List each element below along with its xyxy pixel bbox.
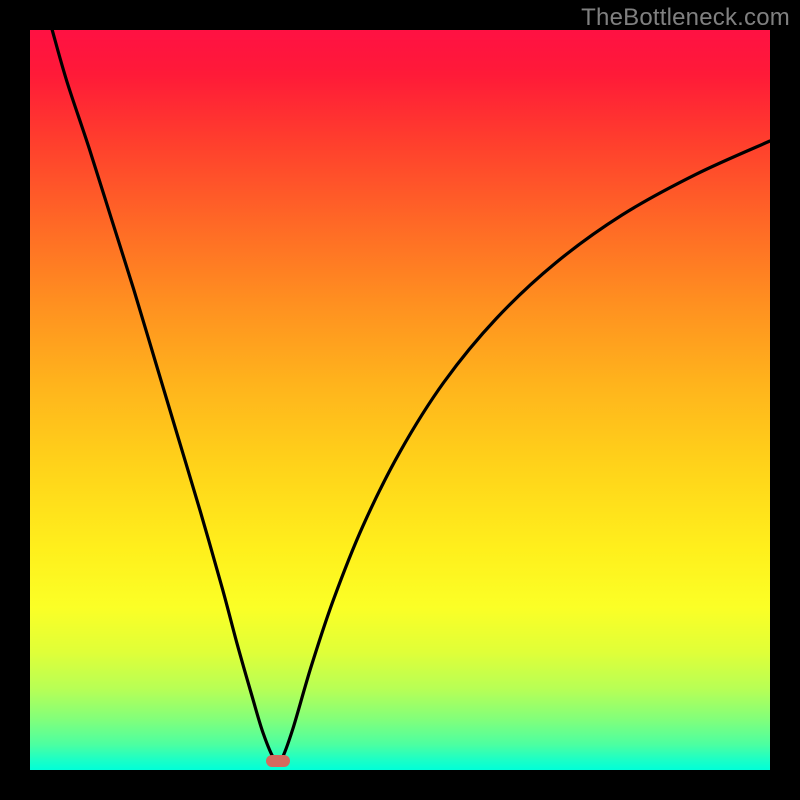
plot-area [30, 30, 770, 770]
curve-layer [30, 30, 770, 770]
minimum-marker [266, 755, 290, 767]
watermark-text: TheBottleneck.com [581, 4, 790, 32]
bottleneck-curve [52, 30, 770, 762]
chart-root: TheBottleneck.com [0, 0, 800, 800]
